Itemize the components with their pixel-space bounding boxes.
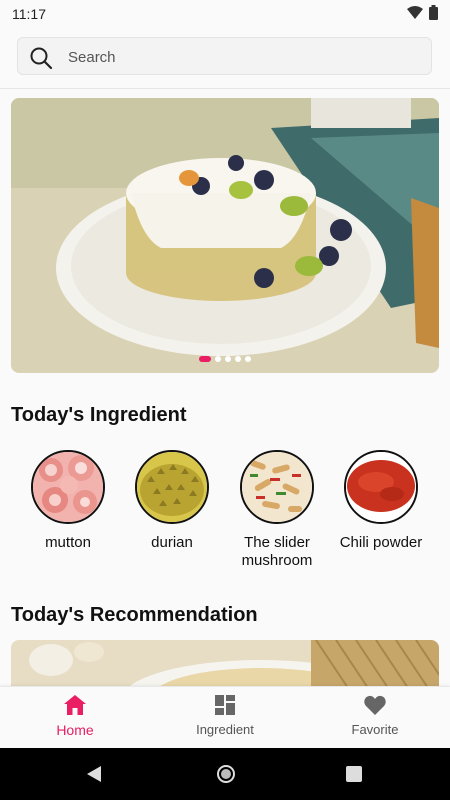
nav-favorite[interactable]: Favorite [300,695,450,737]
bottom-nav: Home Ingredient Favorite [0,686,450,748]
divider [0,88,450,89]
nav-favorite-label: Favorite [351,722,399,737]
recents-icon[interactable] [346,766,362,787]
carousel-indicator[interactable] [199,356,251,362]
ingredient-image[interactable] [344,450,418,524]
ingredient-label: The slider mushroom [241,534,313,569]
ingredient-item-chili-powder[interactable]: Chili powder [329,450,433,552]
ingredient-label: durian [151,534,193,551]
home-circle-icon[interactable] [216,764,236,789]
status-bar: 11:17 [0,0,450,28]
dashboard-icon [215,695,235,718]
carousel-dot[interactable] [199,356,211,362]
ingredient-item-mutton[interactable]: mutton [16,450,120,552]
ingredient-section-title: Today's Ingredient [11,404,187,426]
ingredient-image[interactable] [135,450,209,524]
carousel-dot[interactable] [245,356,251,362]
carousel-dot[interactable] [235,356,241,362]
battery-icon [429,5,438,25]
search-bar[interactable] [17,37,432,76]
nav-ingredient[interactable]: Ingredient [150,695,300,737]
nav-home-label: Home [56,722,94,738]
carousel-dot[interactable] [225,356,231,362]
ingredient-label: Chili powder [339,534,423,551]
search-input[interactable] [66,38,420,76]
nav-ingredient-label: Ingredient [196,722,254,737]
ingredient-image[interactable] [240,450,314,524]
ingredient-label: mutton [45,534,91,551]
back-icon[interactable] [86,766,102,787]
heart-icon [364,695,386,718]
banner-image[interactable] [11,98,439,373]
ingredient-item-slider-mushroom[interactable]: The slider mushroom [225,450,329,570]
status-time: 11:17 [12,6,46,22]
ingredient-item-durian[interactable]: durian [120,450,224,552]
recommendation-section-title: Today's Recommendation [11,604,258,626]
carousel-dot[interactable] [215,356,221,362]
system-nav-bar [0,748,450,800]
home-icon [64,695,86,718]
nav-home[interactable]: Home [0,695,150,738]
ingredient-image[interactable] [31,450,105,524]
wifi-icon [407,5,423,25]
